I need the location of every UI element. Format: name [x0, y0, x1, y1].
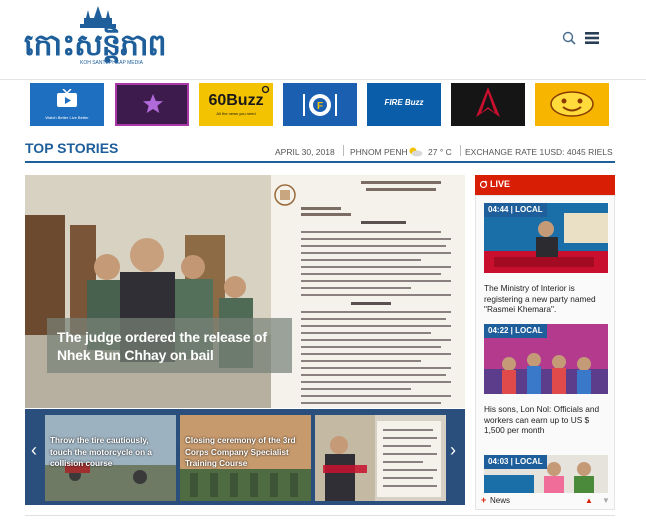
hero-story[interactable]	[25, 175, 465, 408]
plus-icon: +	[481, 495, 487, 505]
live-label: LIVE	[490, 179, 511, 189]
carousel-item[interactable]	[315, 415, 446, 501]
top-stories-title: TOP STORIES	[25, 140, 119, 156]
live-news-item[interactable]: 04:03 | LOCAL	[484, 455, 608, 493]
live-news-time: 04:03 | LOCAL	[484, 455, 547, 469]
carousel-item-text: Throw the tire cautiously, touch the mot…	[50, 436, 152, 468]
page: កោះសន្តិភាព KOH SANTEPHEAP MEDIA Watch B…	[0, 0, 646, 522]
scroll-down-icon[interactable]: ▼	[602, 496, 610, 505]
temperature-label: 27 ° C	[428, 147, 452, 157]
logo-subtitle: KOH SANTEPHEAP MEDIA	[80, 60, 143, 66]
hero-photo	[25, 175, 271, 408]
meta-divider	[460, 145, 461, 156]
date-label: APRIL 30, 2018	[275, 147, 335, 157]
app-star[interactable]	[115, 83, 189, 126]
carousel-item[interactable]: Throw the tire cautiously, touch the mot…	[45, 415, 176, 501]
app-food[interactable]: F	[283, 83, 357, 126]
exchange-rate-label: EXCHANGE RATE 1USD: 4045 RIELS	[465, 147, 613, 157]
search-icon[interactable]	[561, 30, 577, 46]
live-news-image: 04:44 | LOCAL	[484, 203, 608, 273]
news-link[interactable]: News	[490, 496, 510, 505]
live-news-text: His sons, Lon Nol: Officials and workers…	[484, 404, 600, 435]
weather-icon	[409, 147, 423, 157]
live-news-time: 04:22 | LOCAL	[484, 324, 547, 338]
section-rule	[25, 161, 615, 163]
carousel-thumb-image	[315, 415, 446, 501]
app-tv[interactable]: Watch Better Live Better	[30, 83, 104, 126]
footer-rule	[25, 515, 615, 516]
live-news-image: 04:22 | LOCAL	[484, 324, 608, 394]
document-seal-icon	[271, 175, 465, 408]
app-60buzz-label: 60Buzz	[208, 92, 264, 109]
carousel-prev-icon[interactable]: ‹	[31, 440, 37, 461]
refresh-icon	[261, 85, 270, 94]
scroll-up-icon[interactable]: ▲	[585, 496, 593, 505]
svg-text:F: F	[317, 101, 323, 112]
live-news-item[interactable]: 04:22 | LOCAL His sons, Lon Nol: Officia…	[484, 324, 608, 439]
tv-icon	[57, 89, 77, 107]
app-firebuzz[interactable]: FIRE Buzz	[367, 83, 441, 126]
live-news-image: 04:03 | LOCAL	[484, 455, 608, 493]
live-news-text: The Ministry of Interior is registering …	[484, 283, 596, 314]
funny-logo-icon	[550, 91, 594, 117]
star-icon	[143, 94, 163, 113]
hero-document-image	[271, 175, 465, 408]
hero-scene-image	[25, 175, 271, 408]
meta-divider	[343, 145, 344, 156]
city-label: PHNOM PENH	[350, 147, 408, 157]
movie-logo-icon	[476, 87, 500, 117]
site-header: កោះសន្តិភាព KOH SANTEPHEAP MEDIA	[0, 0, 646, 80]
app-funny[interactable]	[535, 83, 609, 126]
plate-cutlery-icon: F	[303, 94, 337, 116]
app-strip: Watch Better Live Better 60Buzz All the …	[30, 83, 610, 127]
hero-headline[interactable]: The judge ordered the release of Nhek Bu…	[57, 328, 287, 364]
live-news-time: 04:44 | LOCAL	[484, 203, 547, 217]
app-60buzz[interactable]: 60Buzz All the news you need	[199, 83, 273, 126]
app-movie[interactable]	[451, 83, 525, 126]
app-60buzz-caption: All the news you need	[216, 111, 256, 116]
carousel-next-icon[interactable]: ›	[450, 440, 456, 461]
hamburger-menu-icon[interactable]	[584, 30, 600, 46]
app-firebuzz-label: FIRE Buzz	[384, 98, 424, 107]
carousel-item-text: Closing ceremony of the 3rd Corps Compan…	[185, 436, 296, 468]
refresh-live-icon	[479, 180, 488, 189]
carousel-item[interactable]: Closing ceremony of the 3rd Corps Compan…	[180, 415, 311, 501]
live-news-item[interactable]: 04:44 | LOCAL The Ministry of Interior i…	[484, 203, 608, 314]
site-logo[interactable]: កោះសន្តិភាព KOH SANTEPHEAP MEDIA	[24, 6, 170, 70]
app-tv-caption: Watch Better Live Better	[45, 115, 89, 120]
